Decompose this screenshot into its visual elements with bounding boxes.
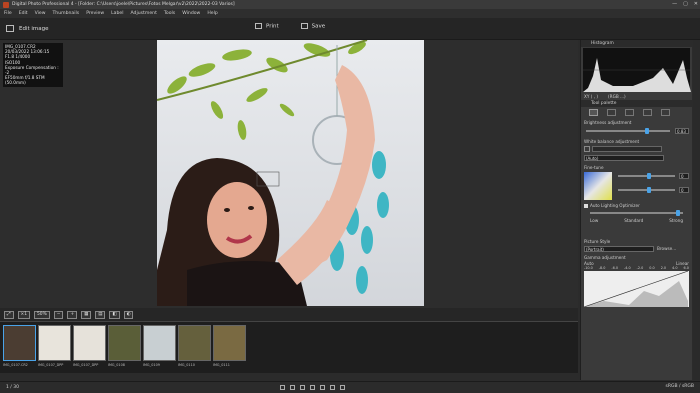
printer-icon — [255, 23, 262, 29]
thumbnail[interactable]: IMG_0108 — [108, 325, 141, 370]
eyedropper-icon[interactable] — [584, 146, 590, 152]
filmstrip: IMG_0107.CR2 IMG_0107_DPP IMG_0107_DPP I… — [0, 321, 578, 373]
highlight-icon[interactable]: ◐ — [123, 310, 134, 319]
title-bar: Digital Photo Professional 4 - [Folder: … — [0, 0, 700, 9]
first-icon[interactable] — [280, 385, 285, 390]
menu-help[interactable]: Help — [207, 11, 217, 16]
menu-preview[interactable]: Preview — [86, 11, 104, 16]
window-title: Digital Photo Professional 4 - [Folder: … — [12, 2, 235, 7]
picture-style-select[interactable]: (Portrait) — [584, 246, 654, 252]
image-count: 1 / 30 — [6, 385, 19, 390]
menu-window[interactable]: Window — [182, 11, 200, 16]
rating-icon[interactable] — [300, 385, 305, 390]
grid-icon[interactable]: ▦ — [81, 310, 92, 319]
alo-slider[interactable] — [590, 210, 683, 216]
tool-palette-header[interactable]: Tool palette — [581, 100, 692, 107]
rating-icon[interactable] — [310, 385, 315, 390]
menu-bar: File Edit View Thumbnails Preview Label … — [0, 9, 700, 18]
save-button[interactable]: Save — [300, 23, 325, 30]
close-button[interactable]: ✕ — [694, 1, 698, 7]
finetune-g-value[interactable]: 0 — [679, 187, 689, 193]
alo-label: Auto Lighting Optimizer — [590, 203, 640, 208]
brightness-label: Brightness adjustment — [584, 120, 632, 125]
menu-view[interactable]: View — [35, 11, 46, 16]
home-icon[interactable] — [6, 25, 14, 32]
finetune-b-slider[interactable] — [618, 173, 675, 179]
maximize-button[interactable]: ▢ — [683, 1, 688, 7]
fit-button[interactable]: ⤢ — [4, 310, 14, 319]
right-scrollbar[interactable] — [693, 40, 700, 380]
thumbnail[interactable]: IMG_0109 — [143, 325, 176, 370]
menu-label[interactable]: Label — [111, 11, 123, 16]
next-icon[interactable] — [330, 385, 335, 390]
print-button[interactable]: Print — [255, 23, 279, 30]
app-icon — [3, 1, 9, 8]
rating-icon[interactable] — [320, 385, 325, 390]
histogram-header[interactable]: Histogram — [581, 40, 692, 47]
tool-tab-detail[interactable] — [643, 109, 652, 116]
menu-thumbnails[interactable]: Thumbnails — [53, 11, 80, 16]
alo-checkbox[interactable] — [584, 203, 588, 208]
last-icon[interactable] — [340, 385, 345, 390]
right-panel: Histogram XY ( , ) (RGB ...) Tool palett… — [580, 40, 692, 380]
zoom-select[interactable]: 50% — [34, 310, 50, 319]
gamma-label: Gamma adjustment — [584, 255, 626, 260]
menu-tools[interactable]: Tools — [164, 11, 175, 16]
thumbnail[interactable]: IMG_0110 — [178, 325, 211, 370]
rgb-readout: (RGB ...) — [608, 94, 626, 99]
color-wheel[interactable] — [584, 172, 612, 200]
prev-icon[interactable] — [290, 385, 295, 390]
menu-adjustment[interactable]: Adjustment — [131, 11, 157, 16]
gamma-curve[interactable] — [583, 270, 689, 308]
photo-image — [157, 40, 424, 306]
finetune-g-slider[interactable] — [618, 187, 675, 193]
thumbnail[interactable]: IMG_0107.CR2 — [3, 325, 36, 370]
tool-tab-lens[interactable] — [661, 109, 670, 116]
brightness-slider[interactable] — [586, 128, 670, 134]
menu-file[interactable]: File — [4, 11, 12, 16]
finetune-b-value[interactable]: 0 — [679, 173, 689, 179]
status-bar: 1 / 30 sRGB / sRGB — [0, 381, 700, 393]
actual-size-button[interactable]: ×1 — [17, 310, 30, 319]
tool-tab-basic[interactable] — [589, 109, 598, 116]
thumbnail[interactable]: IMG_0107_DPP — [73, 325, 106, 370]
save-icon — [300, 23, 308, 29]
minimize-button[interactable]: — — [672, 1, 677, 7]
browse-button[interactable]: Browse... — [657, 246, 676, 252]
thumbnail[interactable]: IMG_0111 — [213, 325, 246, 370]
toolbar: Edit image Print Save — [0, 18, 700, 40]
main-photo[interactable] — [157, 40, 424, 306]
view-toolbar: ⤢ ×1 50% − + ▦ ▤ ◧ ◐ — [0, 308, 578, 321]
zoom-out-icon[interactable]: − — [53, 310, 64, 319]
shooting-info: IMG_0107.CR2 20/03/2022 13:06:15 F1.8 1/… — [3, 43, 63, 87]
brightness-value[interactable]: 0.83 — [675, 128, 689, 134]
histogram — [583, 48, 691, 92]
zoom-in-icon[interactable]: + — [67, 310, 78, 319]
finetune-label: Fine-tune — [584, 165, 604, 170]
compare-icon[interactable]: ◧ — [109, 310, 120, 319]
menu-edit[interactable]: Edit — [19, 11, 28, 16]
colorspace-readout: sRGB / sRGB — [665, 384, 694, 389]
tool-tab-tone[interactable] — [607, 109, 616, 116]
thumbnail[interactable]: IMG_0107_DPP — [38, 325, 71, 370]
wb-select[interactable]: (Auto) — [584, 155, 664, 161]
wb-label: White balance adjustment — [584, 139, 640, 144]
xy-readout: XY ( , ) — [584, 94, 599, 99]
tool-tab-color[interactable] — [625, 109, 634, 116]
picture-style-label: Picture Style — [584, 239, 611, 244]
layout-icon[interactable]: ▤ — [95, 310, 106, 319]
edit-image-label: Edit image — [19, 25, 49, 32]
